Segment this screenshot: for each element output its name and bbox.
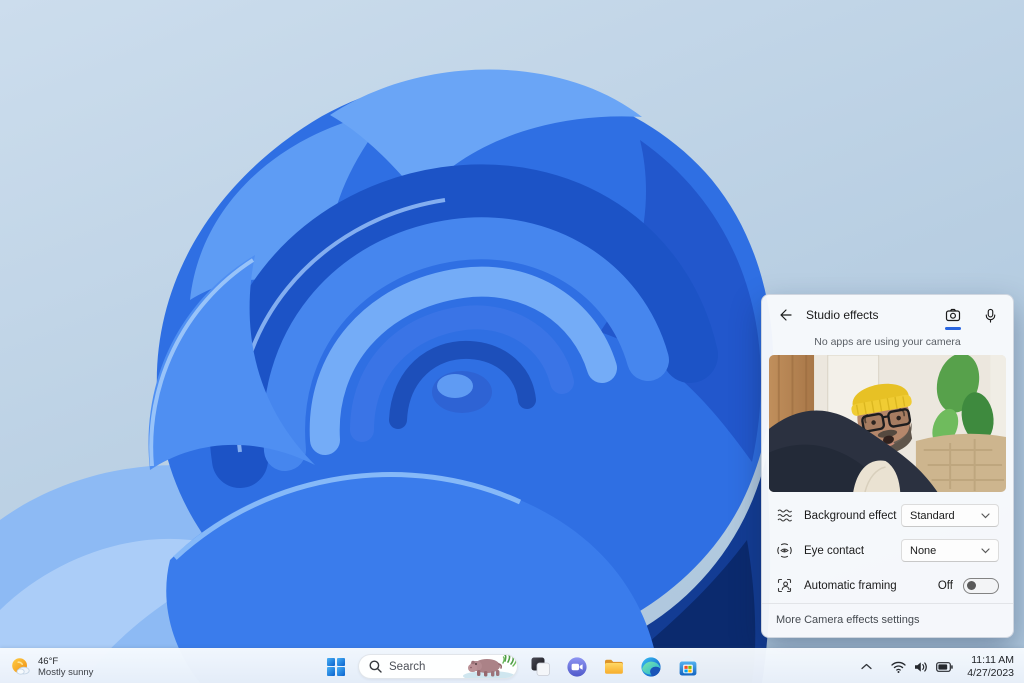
- task-view-button[interactable]: [525, 652, 555, 682]
- camera-tab[interactable]: [944, 306, 962, 330]
- chevron-up-icon: [861, 663, 872, 670]
- row-automatic-framing: Automatic framing Off: [762, 568, 1013, 603]
- battery-icon: [936, 661, 953, 672]
- chat-button[interactable]: [562, 652, 592, 682]
- chevron-down-icon: [981, 547, 990, 553]
- chat-icon: [567, 656, 587, 677]
- microsoft-store-button[interactable]: [673, 652, 703, 682]
- eye-contact-icon: [776, 543, 792, 559]
- hidden-icons-button[interactable]: [855, 654, 877, 680]
- automatic-framing-icon: [776, 578, 792, 594]
- bing-daily-hippo-art: [459, 655, 517, 678]
- edge-icon: [641, 656, 661, 677]
- microsoft-store-icon: [679, 655, 697, 675]
- camera-preview-image: [769, 355, 1006, 492]
- panel-title: Studio effects: [806, 308, 879, 322]
- task-view-icon: [531, 657, 550, 676]
- chevron-down-icon: [981, 512, 990, 518]
- toggle-knob: [967, 581, 976, 590]
- weather-text: 46°F Mostly sunny: [38, 656, 93, 678]
- microphone-tab[interactable]: [981, 306, 999, 324]
- back-arrow-icon: [780, 309, 792, 321]
- taskbar: 46°F Mostly sunny Search 11:11 AM 4/27/2…: [0, 648, 1024, 683]
- automatic-framing-label: Automatic framing: [804, 579, 897, 592]
- camera-status-text: No apps are using your camera: [814, 336, 961, 348]
- panel-header: Studio effects: [762, 295, 1013, 330]
- eye-contact-label: Eye contact: [804, 544, 865, 557]
- back-button[interactable]: [776, 306, 794, 324]
- studio-effects-flyout: Studio effects No apps are using your ca…: [761, 294, 1014, 638]
- search-placeholder: Search: [389, 660, 426, 673]
- taskbar-center-apps: Search: [321, 649, 703, 683]
- search-box[interactable]: Search: [358, 654, 518, 679]
- clock[interactable]: 11:11 AM 4/27/2023: [967, 654, 1018, 679]
- row-background-effect: Background effect Standard: [762, 498, 1013, 533]
- weather-condition: Mostly sunny: [38, 666, 94, 678]
- weather-widget[interactable]: 46°F Mostly sunny: [10, 649, 93, 683]
- wifi-icon: [891, 661, 906, 673]
- windows-logo-icon: [327, 657, 345, 676]
- camera-preview: [769, 355, 1006, 492]
- weather-temperature: 46°F: [38, 655, 59, 667]
- tray-date: 4/27/2023: [967, 666, 1014, 679]
- background-effect-label: Background effect: [804, 509, 897, 522]
- microphone-icon: [985, 308, 995, 323]
- row-eye-contact: Eye contact None: [762, 533, 1013, 568]
- eye-contact-dropdown[interactable]: None: [901, 539, 999, 562]
- automatic-framing-state: Off: [937, 579, 953, 592]
- eye-contact-value: None: [910, 544, 937, 557]
- file-explorer-button[interactable]: [599, 652, 629, 682]
- camera-icon: [945, 308, 961, 322]
- start-button[interactable]: [321, 652, 351, 682]
- edge-button[interactable]: [636, 652, 666, 682]
- tray-time: 11:11 AM: [971, 654, 1014, 666]
- background-blur-icon: [776, 508, 792, 524]
- network-volume-battery-button[interactable]: [885, 657, 959, 677]
- volume-icon: [915, 661, 928, 672]
- file-explorer-icon: [605, 659, 623, 674]
- background-effect-dropdown[interactable]: Standard: [901, 504, 999, 527]
- system-tray: 11:11 AM 4/27/2023: [855, 649, 1018, 683]
- background-effect-value: Standard: [910, 509, 955, 522]
- mostly-sunny-icon: [12, 658, 30, 675]
- automatic-framing-toggle[interactable]: [963, 577, 999, 594]
- more-camera-settings-link[interactable]: More Camera effects settings: [762, 603, 1013, 637]
- magnifier-icon: [369, 660, 382, 673]
- effects-rows: Background effect Standard Eye contact N…: [762, 492, 1013, 603]
